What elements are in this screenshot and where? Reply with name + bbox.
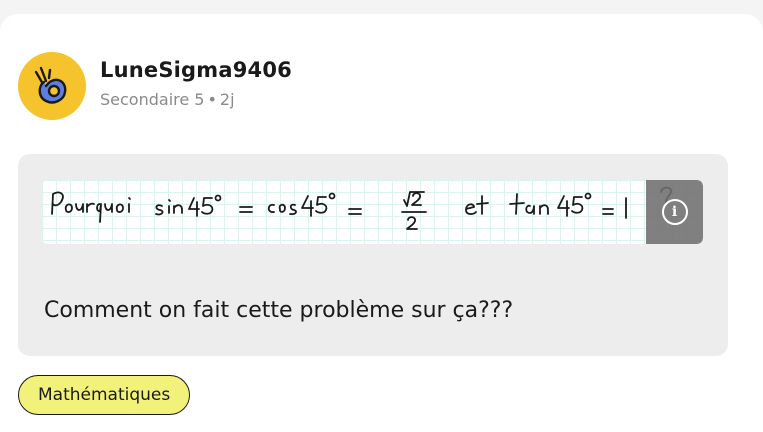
author-name[interactable]: LuneSigma9406 — [100, 58, 292, 82]
info-icon[interactable]: i — [661, 199, 688, 225]
post-age: 2j — [219, 90, 235, 109]
subject-tag[interactable]: Mathématiques — [18, 375, 191, 415]
avatar[interactable] — [18, 52, 86, 120]
post-meta: Secondaire 5 • 2j — [100, 90, 235, 109]
image-info-overlay[interactable]: i — [646, 180, 703, 244]
author-grade: Secondaire 5 — [100, 90, 205, 109]
ok-hand-icon — [34, 66, 67, 104]
question-image[interactable]: i — [42, 180, 703, 244]
post-body-text: Comment on fait cette problème sur ça??? — [44, 298, 514, 323]
meta-separator: • — [207, 90, 217, 109]
handwritten-equation — [51, 186, 672, 230]
